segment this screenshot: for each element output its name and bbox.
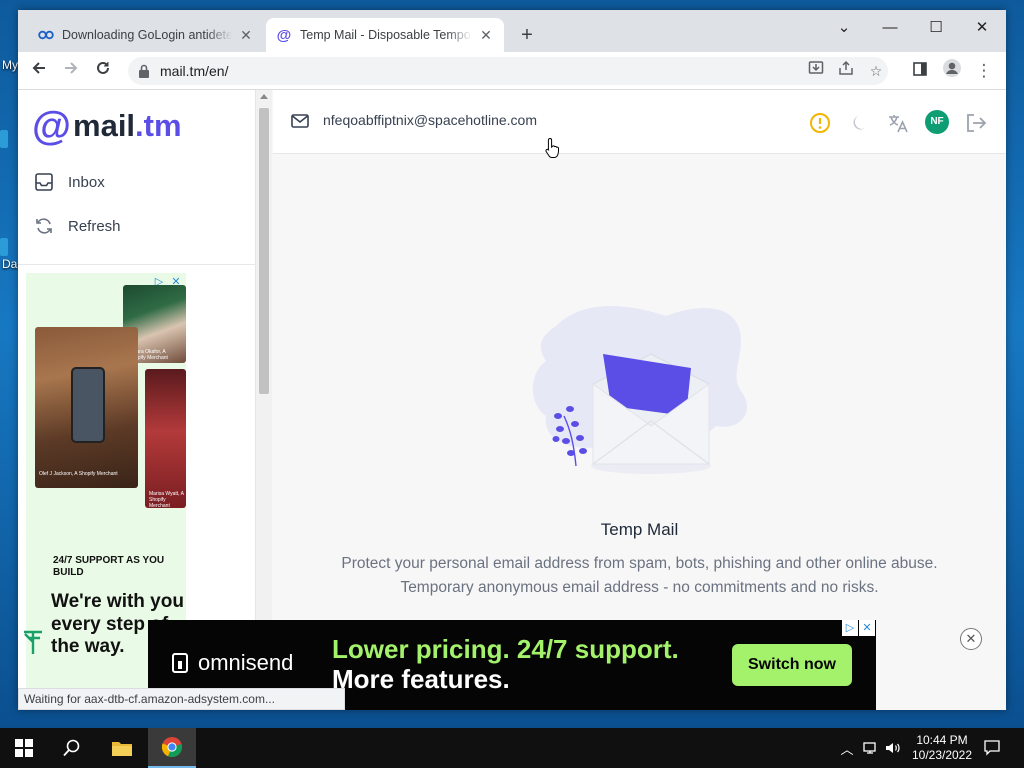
notification-icon[interactable] xyxy=(980,728,1004,768)
start-button[interactable] xyxy=(0,728,48,768)
sidebar-divider xyxy=(18,264,256,265)
ad-choices-icon[interactable]: ▷ xyxy=(842,620,858,636)
back-button[interactable] xyxy=(26,58,52,84)
email-address[interactable]: nfeqoabffiptnix@spacehotline.com xyxy=(323,112,537,128)
taskbar: ︿ 10:44 PM 10/23/2022 xyxy=(0,728,1024,768)
ad-headline: Lower pricing. 24/7 support. More featur… xyxy=(332,634,679,694)
empty-state-title: Temp Mail xyxy=(600,520,679,539)
omnisend-mark-icon xyxy=(172,653,188,673)
close-window-button[interactable]: ✕ xyxy=(960,14,1004,42)
omnisend-logo: omnisend xyxy=(172,650,293,676)
volume-icon[interactable] xyxy=(882,728,904,768)
envelope-icon xyxy=(291,114,309,128)
windows-icon xyxy=(15,739,33,757)
network-icon[interactable] xyxy=(860,728,882,768)
chrome-taskbar-button[interactable] xyxy=(148,728,196,768)
ad-caption: Olef J Jackson, A Shopify Merchant xyxy=(39,471,118,477)
tab-title: Temp Mail - Disposable Temporary Email xyxy=(300,28,472,42)
refresh-icon xyxy=(36,218,52,234)
hand-cursor-icon xyxy=(545,137,560,158)
tab-search-button[interactable]: ⌄ xyxy=(822,14,866,42)
logout-icon[interactable] xyxy=(963,110,989,136)
brand-name: omnisend xyxy=(198,650,294,675)
close-ad-button[interactable]: ✕ xyxy=(960,628,982,650)
sidebar-item-label: Refresh xyxy=(68,217,121,235)
close-icon[interactable]: ✕ xyxy=(238,27,254,43)
logo-mail: mail xyxy=(73,108,136,143)
side-panel-icon[interactable] xyxy=(907,58,933,84)
page-viewport: @ mail .tm Inbox Refresh ▷ ✕ Amara Okafo… xyxy=(18,90,1006,710)
tab-title: Downloading GoLogin antidetect browser xyxy=(62,28,232,42)
mailtm-logo[interactable]: @ mail .tm xyxy=(32,106,182,146)
search-icon xyxy=(63,739,80,757)
ad-close-icon[interactable]: ✕ xyxy=(859,620,875,636)
address-bar[interactable]: mail.tm/en/ ☆ xyxy=(128,57,888,85)
gologin-icon xyxy=(38,27,54,43)
clock-date: 10/23/2022 xyxy=(911,748,973,762)
inbox-icon xyxy=(35,173,53,191)
scroll-thumb[interactable] xyxy=(259,108,269,394)
bookmark-star-icon[interactable]: ☆ xyxy=(864,59,888,83)
ad-photo: Olef J Jackson, A Shopify Merchant xyxy=(35,327,138,488)
tab-gologin[interactable]: Downloading GoLogin antidetect browser ✕ xyxy=(28,18,264,52)
ad-headline-1: Lower pricing. 24/7 support. xyxy=(332,634,679,664)
shopify-leaf-icon xyxy=(24,630,42,654)
maximize-button[interactable]: ☐ xyxy=(914,14,958,42)
desktop-icon[interactable] xyxy=(0,238,8,256)
forward-button[interactable] xyxy=(58,58,84,84)
description-line-2: Temporary anonymous email address - no c… xyxy=(400,579,879,596)
profile-icon[interactable] xyxy=(939,58,965,84)
url-text: mail.tm/en/ xyxy=(160,63,229,79)
tray-chevron-icon[interactable]: ︿ xyxy=(836,728,858,768)
empty-inbox-illustration xyxy=(532,306,747,474)
desktop-label-2[interactable]: Da xyxy=(2,257,17,271)
system-clock[interactable]: 10:44 PM 10/23/2022 xyxy=(904,733,980,763)
desktop-icon[interactable] xyxy=(0,130,8,148)
menu-icon[interactable]: ⋮ xyxy=(971,58,997,84)
sidebar: @ mail .tm Inbox Refresh ▷ ✕ Amara Okafo… xyxy=(18,90,256,710)
install-icon[interactable] xyxy=(804,59,828,83)
share-icon[interactable] xyxy=(834,59,858,83)
sidebar-scrollbar[interactable] xyxy=(256,90,272,710)
empty-state-description: Protect your personal email address from… xyxy=(273,552,1006,600)
phone-illustration xyxy=(71,367,105,443)
mailtm-icon: @ xyxy=(276,26,292,44)
lock-icon xyxy=(139,64,149,78)
tab-mailtm[interactable]: @ Temp Mail - Disposable Temporary Email… xyxy=(266,18,504,52)
browser-toolbar: mail.tm/en/ ☆ ⋮ xyxy=(18,52,1006,90)
clock-time: 10:44 PM xyxy=(916,733,968,747)
status-bar: Waiting for aax-dtb-cf.amazon-adsystem.c… xyxy=(18,688,345,710)
dark-mode-moon-icon[interactable] xyxy=(847,110,873,136)
translate-icon[interactable] xyxy=(885,110,911,136)
chrome-icon xyxy=(161,737,182,758)
warning-icon[interactable] xyxy=(807,110,833,136)
logo-at: @ xyxy=(32,104,72,148)
search-button[interactable] xyxy=(48,728,96,768)
tab-strip: Downloading GoLogin antidetect browser ✕… xyxy=(18,10,1006,52)
switch-now-button[interactable]: Switch now xyxy=(732,644,852,686)
desktop-label-1[interactable]: My xyxy=(2,58,18,72)
avatar[interactable]: NF xyxy=(925,110,949,134)
reload-button[interactable] xyxy=(90,58,116,84)
browser-window: Downloading GoLogin antidetect browser ✕… xyxy=(18,10,1006,710)
description-line-1: Protect your personal email address from… xyxy=(341,555,938,572)
new-tab-button[interactable]: + xyxy=(516,24,538,46)
main-header: nfeqoabffiptnix@spacehotline.com NF xyxy=(273,90,1006,154)
minimize-button[interactable]: — xyxy=(868,14,912,42)
sidebar-item-refresh[interactable]: Refresh xyxy=(34,211,244,241)
scroll-up-icon[interactable] xyxy=(260,94,268,99)
ad-caption: Marisa Wyatt, A Shopify Merchant xyxy=(149,491,184,509)
sidebar-item-label: Inbox xyxy=(68,173,105,191)
ad-headline-2: More features. xyxy=(332,664,510,694)
sidebar-item-inbox[interactable]: Inbox xyxy=(34,167,244,197)
ad-small-text: 24/7 SUPPORT AS YOU BUILD xyxy=(53,555,165,578)
ad-photo: Marisa Wyatt, A Shopify Merchant xyxy=(145,369,186,509)
folder-icon xyxy=(112,742,132,756)
logo-tm: .tm xyxy=(135,108,182,143)
file-explorer-button[interactable] xyxy=(98,728,146,768)
close-icon[interactable]: ✕ xyxy=(478,27,494,43)
